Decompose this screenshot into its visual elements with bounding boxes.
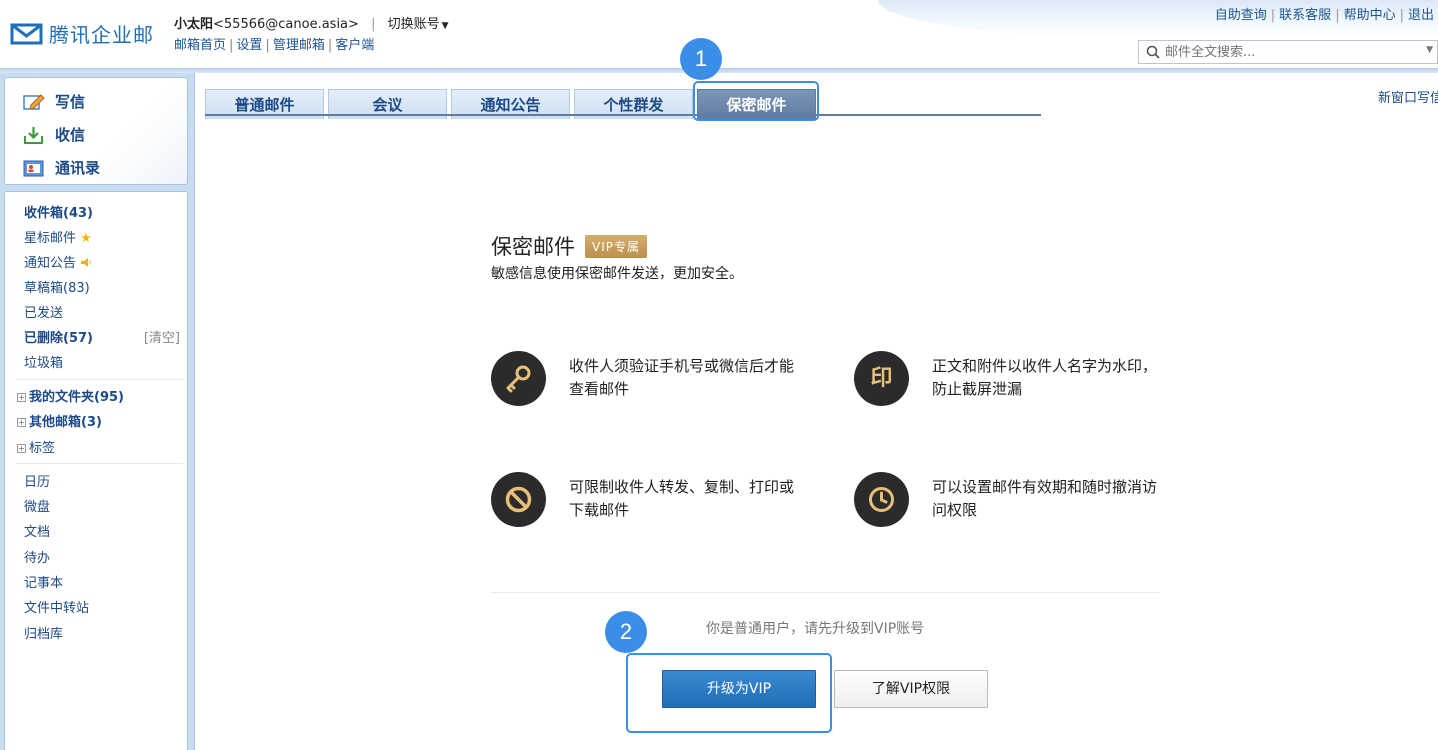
stamp-icon: 印 [854, 351, 909, 406]
feature-restrict-text: 可限制收件人转发、复制、打印或下载邮件 [569, 478, 795, 519]
app-archive[interactable]: 归档库 [24, 623, 63, 642]
link-help-center[interactable]: 帮助中心 [1344, 8, 1396, 23]
folder-starred-label: 星标邮件 [24, 231, 77, 246]
tree-tags[interactable]: + 标签 [17, 437, 55, 456]
app-weidisk[interactable]: 微盘 [24, 496, 50, 515]
feature-restrict: 可限制收件人转发、复制、打印或下载邮件 [491, 472, 811, 527]
envelope-logo-icon [10, 22, 43, 46]
expand-plus-icon[interactable]: + [17, 418, 26, 427]
compose-label: 写信 [55, 93, 86, 111]
page-subtitle: 敏感信息使用保密邮件发送，更加安全。 [491, 266, 743, 282]
link-settings[interactable]: 设置 [236, 38, 262, 53]
quick-actions: 写信 收信 通讯录 [4, 77, 188, 185]
key-icon [491, 351, 546, 406]
folder-spam[interactable]: 垃圾箱 [24, 352, 63, 371]
folder-divider [15, 379, 183, 380]
feature-verify: 收件人须验证手机号或微信后才能查看邮件 [491, 351, 811, 406]
search-box[interactable]: ▼ [1138, 40, 1438, 64]
app-file-transfer[interactable]: 文件中转站 [24, 597, 89, 616]
annotation-badge-2: 2 [605, 611, 647, 653]
compose-icon [23, 93, 45, 111]
app-calendar[interactable]: 日历 [24, 471, 50, 490]
speaker-icon [80, 257, 92, 272]
receive-label: 收信 [55, 126, 86, 144]
search-icon [1145, 43, 1163, 61]
annotation-highlight-tab [693, 81, 819, 121]
tree-tags-label: 标签 [29, 441, 56, 456]
new-window-compose-link[interactable]: 新窗口写信 [1378, 87, 1438, 106]
folder-divider [15, 463, 183, 464]
page-title: 保密邮件 [491, 235, 575, 259]
search-dropdown-icon[interactable]: ▼ [1426, 45, 1433, 55]
contacts-label: 通讯录 [55, 159, 101, 177]
user-name: 小太阳 [174, 17, 214, 32]
folder-panel: 收件箱(43) 星标邮件 ★ 通知公告 草稿箱(83) 已发送 已删除(57) … [4, 191, 188, 750]
clock-icon [854, 472, 909, 527]
receive-mail-button[interactable]: 收信 [23, 124, 85, 145]
link-logout[interactable]: 退出 [1408, 8, 1434, 23]
folder-inbox[interactable]: 收件箱(43) [24, 202, 93, 221]
link-contact-support[interactable]: 联系客服 [1279, 8, 1331, 23]
annotation-highlight-upgrade [626, 653, 832, 733]
stamp-icon-glyph: 印 [870, 366, 893, 391]
folder-sent[interactable]: 已发送 [24, 302, 63, 321]
learn-vip-button[interactable]: 了解VIP权限 [834, 670, 988, 708]
user-links: 邮箱首页 | 设置 | 管理邮箱 | 客户端 [174, 38, 375, 53]
sidebar: 写信 收信 通讯录 收件箱(43) 星标邮件 ★ 通知公告 草稿箱(83) 已发… [0, 73, 194, 750]
app-documents[interactable]: 文档 [24, 521, 50, 540]
caret-down-icon: ▼ [441, 21, 449, 31]
switch-account-label: 切换账号 [387, 17, 440, 32]
content-divider [491, 592, 1159, 593]
contacts-icon [23, 159, 45, 177]
annotation-badge-1: 1 [680, 38, 722, 80]
tree-my-folders[interactable]: + 我的文件夹(95) [17, 386, 124, 405]
folder-deleted[interactable]: 已删除(57) [24, 327, 93, 346]
logo[interactable]: 腾讯企业邮 [10, 19, 154, 48]
feature-watermark: 印 正文和附件以收件人名字为水印，防止截屏泄漏 [854, 351, 1174, 406]
user-line: 小太阳<55566@canoe.asia> | 切换账号 ▼ [174, 13, 449, 32]
app-notebook[interactable]: 记事本 [24, 572, 63, 591]
link-manage-mailbox[interactable]: 管理邮箱 [273, 38, 325, 53]
vip-badge: VIP专属 [585, 234, 647, 258]
app-todo[interactable]: 待办 [24, 547, 50, 566]
feature-verify-text: 收件人须验证手机号或微信后才能查看邮件 [569, 357, 795, 398]
upgrade-tip: 你是普通用户，请先升级到VIP账号 [706, 621, 925, 637]
contacts-button[interactable]: 通讯录 [23, 157, 100, 178]
section-title: 保密邮件 VIP专属 [491, 231, 647, 261]
tree-my-folders-label: 我的文件夹(95) [29, 390, 124, 405]
forbidden-icon [491, 472, 546, 527]
user-email: <55566@canoe.asia> [213, 17, 359, 32]
feature-expiry-text: 可以设置邮件有效期和随时撤消访问权限 [932, 478, 1158, 519]
tree-other-mailboxes[interactable]: + 其他邮箱(3) [17, 411, 102, 430]
inbox-download-icon [23, 126, 45, 144]
star-icon: ★ [80, 231, 92, 246]
feature-expiry: 可以设置邮件有效期和随时撤消访问权限 [854, 472, 1174, 527]
expand-plus-icon[interactable]: + [17, 393, 26, 402]
link-client[interactable]: 客户端 [335, 38, 374, 53]
separator: | [371, 17, 376, 32]
clear-deleted-link[interactable]: [清空] [144, 327, 180, 346]
folder-notices[interactable]: 通知公告 [24, 252, 92, 272]
tree-other-mailboxes-label: 其他邮箱(3) [29, 415, 102, 430]
logo-text: 腾讯企业邮 [49, 23, 154, 47]
link-self-service[interactable]: 自助查询 [1215, 8, 1267, 23]
compose-button[interactable]: 写信 [23, 91, 85, 112]
feature-watermark-text: 正文和附件以收件人名字为水印，防止截屏泄漏 [932, 357, 1158, 398]
folder-notices-label: 通知公告 [24, 256, 77, 271]
switch-account-button[interactable]: 切换账号 ▼ [388, 17, 449, 32]
folder-starred[interactable]: 星标邮件 ★ [24, 227, 92, 246]
main-panel: 普通邮件 会议 通知公告 个性群发 保密邮件 新窗口写信 1 保密邮件 VIP专… [194, 38, 1438, 750]
link-mail-home[interactable]: 邮箱首页 [174, 38, 226, 53]
search-input[interactable] [1165, 44, 1405, 60]
tabs-underline [205, 114, 1041, 116]
folder-drafts[interactable]: 草稿箱(83) [24, 277, 90, 296]
expand-plus-icon[interactable]: + [17, 444, 26, 453]
top-links: 自助查询 | 联系客服 | 帮助中心 | 退出 [1214, 8, 1434, 23]
